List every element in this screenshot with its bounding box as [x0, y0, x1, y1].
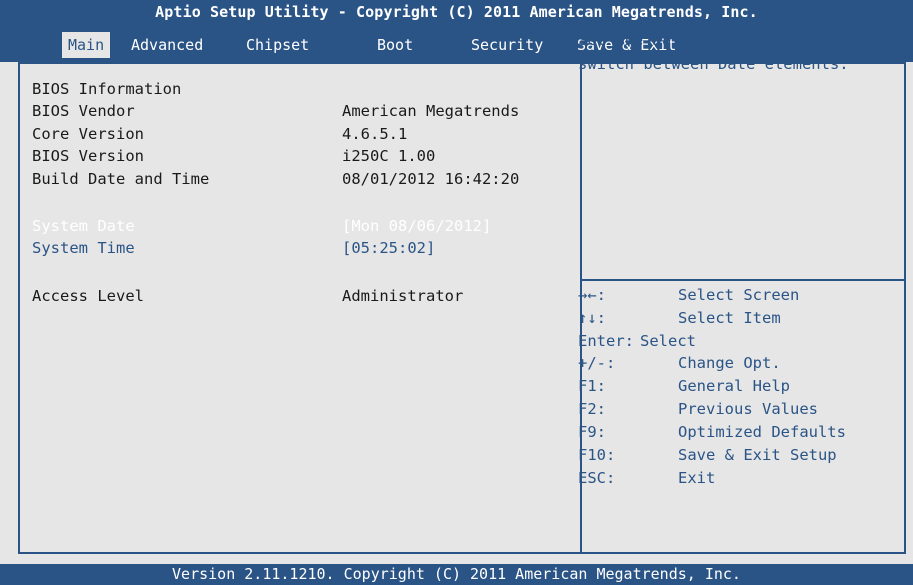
system-date-field[interactable]: [Mon 08/06/2012] — [342, 215, 491, 237]
access-level-label: Access Level — [32, 287, 144, 305]
key-f10: F10: — [578, 446, 616, 464]
system-date-label[interactable]: System Date — [32, 215, 135, 237]
tab-main[interactable]: Main — [62, 32, 111, 58]
app-title: Aptio Setup Utility - Copyright (C) 2011… — [155, 3, 758, 21]
bios-vendor-label: BIOS Vendor — [32, 102, 135, 120]
key-f2: F2: — [578, 400, 606, 418]
bios-information-header: BIOS Information — [32, 80, 182, 98]
tab-advanced[interactable]: Advanced — [125, 32, 209, 58]
bios-version-value: i250C 1.00 — [342, 147, 436, 165]
key-f9: F9: — [578, 423, 606, 441]
key-f10-desc: Save & Exit Setup — [678, 446, 837, 464]
key-f1-desc: General Help — [678, 377, 790, 395]
build-date-value: 08/01/2012 16:42:20 — [342, 170, 520, 188]
key-select-screen-desc: Select Screen — [678, 286, 800, 304]
key-esc-desc: Exit — [678, 469, 716, 487]
tab-chipset[interactable]: Chipset — [240, 32, 315, 58]
panel-divider-horizontal — [582, 279, 906, 281]
key-change-opt: +/-: — [578, 354, 616, 372]
system-time-label[interactable]: System Time — [32, 237, 135, 259]
version-footer: Version 2.11.1210. Copyright (C) 2011 Am… — [0, 564, 913, 585]
access-level-value: Administrator — [342, 287, 464, 305]
key-f2-desc: Previous Values — [678, 400, 818, 418]
key-enter: Enter: — [578, 332, 634, 350]
bios-version-label: BIOS Version — [32, 147, 144, 165]
tab-boot[interactable]: Boot — [371, 32, 419, 58]
core-version-value: 4.6.5.1 — [342, 125, 408, 143]
key-select-item: ↑↓: — [578, 309, 606, 327]
key-enter-desc: Select — [640, 332, 696, 350]
key-select-screen: →←: — [578, 286, 606, 304]
key-f1: F1: — [578, 377, 606, 395]
build-date-label: Build Date and Time — [32, 170, 210, 188]
tab-security[interactable]: Security — [465, 32, 549, 58]
core-version-label: Core Version — [32, 125, 144, 143]
key-select-item-desc: Select Item — [678, 309, 781, 327]
bios-vendor-value: American Megatrends — [342, 102, 520, 120]
key-f9-desc: Optimized Defaults — [678, 423, 846, 441]
help-text: Set the Date. Use Tab to switch between … — [578, 31, 849, 73]
system-time-field[interactable]: [05:25:02] — [342, 237, 435, 259]
key-esc: ESC: — [578, 469, 616, 487]
key-change-opt-desc: Change Opt. — [678, 354, 781, 372]
